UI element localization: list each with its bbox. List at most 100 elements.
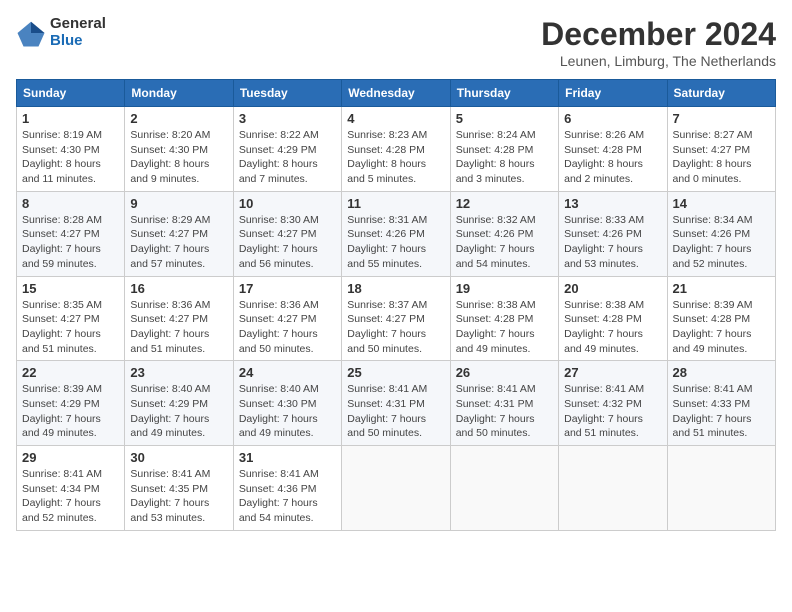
calendar-cell: 8 Sunrise: 8:28 AMSunset: 4:27 PMDayligh… bbox=[17, 191, 125, 276]
calendar-cell: 15 Sunrise: 8:35 AMSunset: 4:27 PMDaylig… bbox=[17, 276, 125, 361]
day-number: 1 bbox=[22, 111, 119, 126]
day-number: 13 bbox=[564, 196, 661, 211]
calendar-cell: 1 Sunrise: 8:19 AMSunset: 4:30 PMDayligh… bbox=[17, 107, 125, 192]
day-number: 22 bbox=[22, 365, 119, 380]
month-title: December 2024 bbox=[541, 16, 776, 53]
calendar-cell: 6 Sunrise: 8:26 AMSunset: 4:28 PMDayligh… bbox=[559, 107, 667, 192]
day-number: 24 bbox=[239, 365, 336, 380]
day-number: 26 bbox=[456, 365, 553, 380]
header-friday: Friday bbox=[559, 80, 667, 107]
logo: General Blue bbox=[16, 16, 106, 49]
day-number: 2 bbox=[130, 111, 227, 126]
calendar-week-2: 8 Sunrise: 8:28 AMSunset: 4:27 PMDayligh… bbox=[17, 191, 776, 276]
calendar-cell: 29 Sunrise: 8:41 AMSunset: 4:34 PMDaylig… bbox=[17, 446, 125, 531]
day-number: 10 bbox=[239, 196, 336, 211]
day-number: 19 bbox=[456, 281, 553, 296]
day-number: 18 bbox=[347, 281, 444, 296]
day-number: 16 bbox=[130, 281, 227, 296]
day-number: 29 bbox=[22, 450, 119, 465]
day-detail: Sunrise: 8:30 AMSunset: 4:27 PMDaylight:… bbox=[239, 213, 336, 272]
day-number: 25 bbox=[347, 365, 444, 380]
location-subtitle: Leunen, Limburg, The Netherlands bbox=[541, 53, 776, 69]
calendar-cell: 27 Sunrise: 8:41 AMSunset: 4:32 PMDaylig… bbox=[559, 361, 667, 446]
page-header: General Blue December 2024 Leunen, Limbu… bbox=[16, 16, 776, 69]
day-number: 20 bbox=[564, 281, 661, 296]
header-thursday: Thursday bbox=[450, 80, 558, 107]
calendar-cell: 22 Sunrise: 8:39 AMSunset: 4:29 PMDaylig… bbox=[17, 361, 125, 446]
day-detail: Sunrise: 8:41 AMSunset: 4:36 PMDaylight:… bbox=[239, 467, 336, 526]
day-detail: Sunrise: 8:40 AMSunset: 4:30 PMDaylight:… bbox=[239, 382, 336, 441]
day-detail: Sunrise: 8:29 AMSunset: 4:27 PMDaylight:… bbox=[130, 213, 227, 272]
calendar-cell: 30 Sunrise: 8:41 AMSunset: 4:35 PMDaylig… bbox=[125, 446, 233, 531]
day-detail: Sunrise: 8:19 AMSunset: 4:30 PMDaylight:… bbox=[22, 128, 119, 187]
day-detail: Sunrise: 8:41 AMSunset: 4:33 PMDaylight:… bbox=[673, 382, 770, 441]
day-number: 31 bbox=[239, 450, 336, 465]
calendar-cell: 10 Sunrise: 8:30 AMSunset: 4:27 PMDaylig… bbox=[233, 191, 341, 276]
day-number: 12 bbox=[456, 196, 553, 211]
calendar-cell: 5 Sunrise: 8:24 AMSunset: 4:28 PMDayligh… bbox=[450, 107, 558, 192]
title-block: December 2024 Leunen, Limburg, The Nethe… bbox=[541, 16, 776, 69]
header-tuesday: Tuesday bbox=[233, 80, 341, 107]
calendar-cell: 18 Sunrise: 8:37 AMSunset: 4:27 PMDaylig… bbox=[342, 276, 450, 361]
day-detail: Sunrise: 8:27 AMSunset: 4:27 PMDaylight:… bbox=[673, 128, 770, 187]
day-number: 23 bbox=[130, 365, 227, 380]
header-wednesday: Wednesday bbox=[342, 80, 450, 107]
day-number: 4 bbox=[347, 111, 444, 126]
calendar-header-row: SundayMondayTuesdayWednesdayThursdayFrid… bbox=[17, 80, 776, 107]
day-number: 5 bbox=[456, 111, 553, 126]
calendar-table: SundayMondayTuesdayWednesdayThursdayFrid… bbox=[16, 79, 776, 531]
day-number: 30 bbox=[130, 450, 227, 465]
day-detail: Sunrise: 8:37 AMSunset: 4:27 PMDaylight:… bbox=[347, 298, 444, 357]
calendar-cell: 13 Sunrise: 8:33 AMSunset: 4:26 PMDaylig… bbox=[559, 191, 667, 276]
calendar-cell: 21 Sunrise: 8:39 AMSunset: 4:28 PMDaylig… bbox=[667, 276, 775, 361]
day-detail: Sunrise: 8:24 AMSunset: 4:28 PMDaylight:… bbox=[456, 128, 553, 187]
header-sunday: Sunday bbox=[17, 80, 125, 107]
calendar-cell: 20 Sunrise: 8:38 AMSunset: 4:28 PMDaylig… bbox=[559, 276, 667, 361]
calendar-cell: 14 Sunrise: 8:34 AMSunset: 4:26 PMDaylig… bbox=[667, 191, 775, 276]
day-detail: Sunrise: 8:23 AMSunset: 4:28 PMDaylight:… bbox=[347, 128, 444, 187]
day-number: 11 bbox=[347, 196, 444, 211]
calendar-cell: 23 Sunrise: 8:40 AMSunset: 4:29 PMDaylig… bbox=[125, 361, 233, 446]
day-detail: Sunrise: 8:41 AMSunset: 4:31 PMDaylight:… bbox=[456, 382, 553, 441]
calendar-cell: 11 Sunrise: 8:31 AMSunset: 4:26 PMDaylig… bbox=[342, 191, 450, 276]
calendar-week-5: 29 Sunrise: 8:41 AMSunset: 4:34 PMDaylig… bbox=[17, 446, 776, 531]
day-number: 14 bbox=[673, 196, 770, 211]
day-detail: Sunrise: 8:36 AMSunset: 4:27 PMDaylight:… bbox=[130, 298, 227, 357]
day-number: 9 bbox=[130, 196, 227, 211]
day-detail: Sunrise: 8:41 AMSunset: 4:32 PMDaylight:… bbox=[564, 382, 661, 441]
calendar-cell: 12 Sunrise: 8:32 AMSunset: 4:26 PMDaylig… bbox=[450, 191, 558, 276]
logo-blue-text: Blue bbox=[50, 33, 106, 50]
day-detail: Sunrise: 8:35 AMSunset: 4:27 PMDaylight:… bbox=[22, 298, 119, 357]
day-detail: Sunrise: 8:39 AMSunset: 4:28 PMDaylight:… bbox=[673, 298, 770, 357]
calendar-cell: 31 Sunrise: 8:41 AMSunset: 4:36 PMDaylig… bbox=[233, 446, 341, 531]
calendar-cell: 25 Sunrise: 8:41 AMSunset: 4:31 PMDaylig… bbox=[342, 361, 450, 446]
day-detail: Sunrise: 8:31 AMSunset: 4:26 PMDaylight:… bbox=[347, 213, 444, 272]
day-number: 27 bbox=[564, 365, 661, 380]
day-detail: Sunrise: 8:41 AMSunset: 4:35 PMDaylight:… bbox=[130, 467, 227, 526]
day-detail: Sunrise: 8:40 AMSunset: 4:29 PMDaylight:… bbox=[130, 382, 227, 441]
header-saturday: Saturday bbox=[667, 80, 775, 107]
header-monday: Monday bbox=[125, 80, 233, 107]
logo-icon bbox=[16, 18, 46, 48]
calendar-cell: 9 Sunrise: 8:29 AMSunset: 4:27 PMDayligh… bbox=[125, 191, 233, 276]
logo-general-text: General bbox=[50, 16, 106, 33]
day-detail: Sunrise: 8:39 AMSunset: 4:29 PMDaylight:… bbox=[22, 382, 119, 441]
day-detail: Sunrise: 8:32 AMSunset: 4:26 PMDaylight:… bbox=[456, 213, 553, 272]
calendar-week-4: 22 Sunrise: 8:39 AMSunset: 4:29 PMDaylig… bbox=[17, 361, 776, 446]
calendar-cell bbox=[667, 446, 775, 531]
calendar-cell: 24 Sunrise: 8:40 AMSunset: 4:30 PMDaylig… bbox=[233, 361, 341, 446]
calendar-week-3: 15 Sunrise: 8:35 AMSunset: 4:27 PMDaylig… bbox=[17, 276, 776, 361]
day-detail: Sunrise: 8:38 AMSunset: 4:28 PMDaylight:… bbox=[564, 298, 661, 357]
day-detail: Sunrise: 8:41 AMSunset: 4:31 PMDaylight:… bbox=[347, 382, 444, 441]
day-detail: Sunrise: 8:26 AMSunset: 4:28 PMDaylight:… bbox=[564, 128, 661, 187]
calendar-cell: 4 Sunrise: 8:23 AMSunset: 4:28 PMDayligh… bbox=[342, 107, 450, 192]
day-number: 8 bbox=[22, 196, 119, 211]
day-number: 3 bbox=[239, 111, 336, 126]
day-detail: Sunrise: 8:34 AMSunset: 4:26 PMDaylight:… bbox=[673, 213, 770, 272]
calendar-cell: 7 Sunrise: 8:27 AMSunset: 4:27 PMDayligh… bbox=[667, 107, 775, 192]
day-detail: Sunrise: 8:20 AMSunset: 4:30 PMDaylight:… bbox=[130, 128, 227, 187]
day-detail: Sunrise: 8:33 AMSunset: 4:26 PMDaylight:… bbox=[564, 213, 661, 272]
calendar-cell bbox=[450, 446, 558, 531]
calendar-cell bbox=[342, 446, 450, 531]
calendar-cell: 2 Sunrise: 8:20 AMSunset: 4:30 PMDayligh… bbox=[125, 107, 233, 192]
